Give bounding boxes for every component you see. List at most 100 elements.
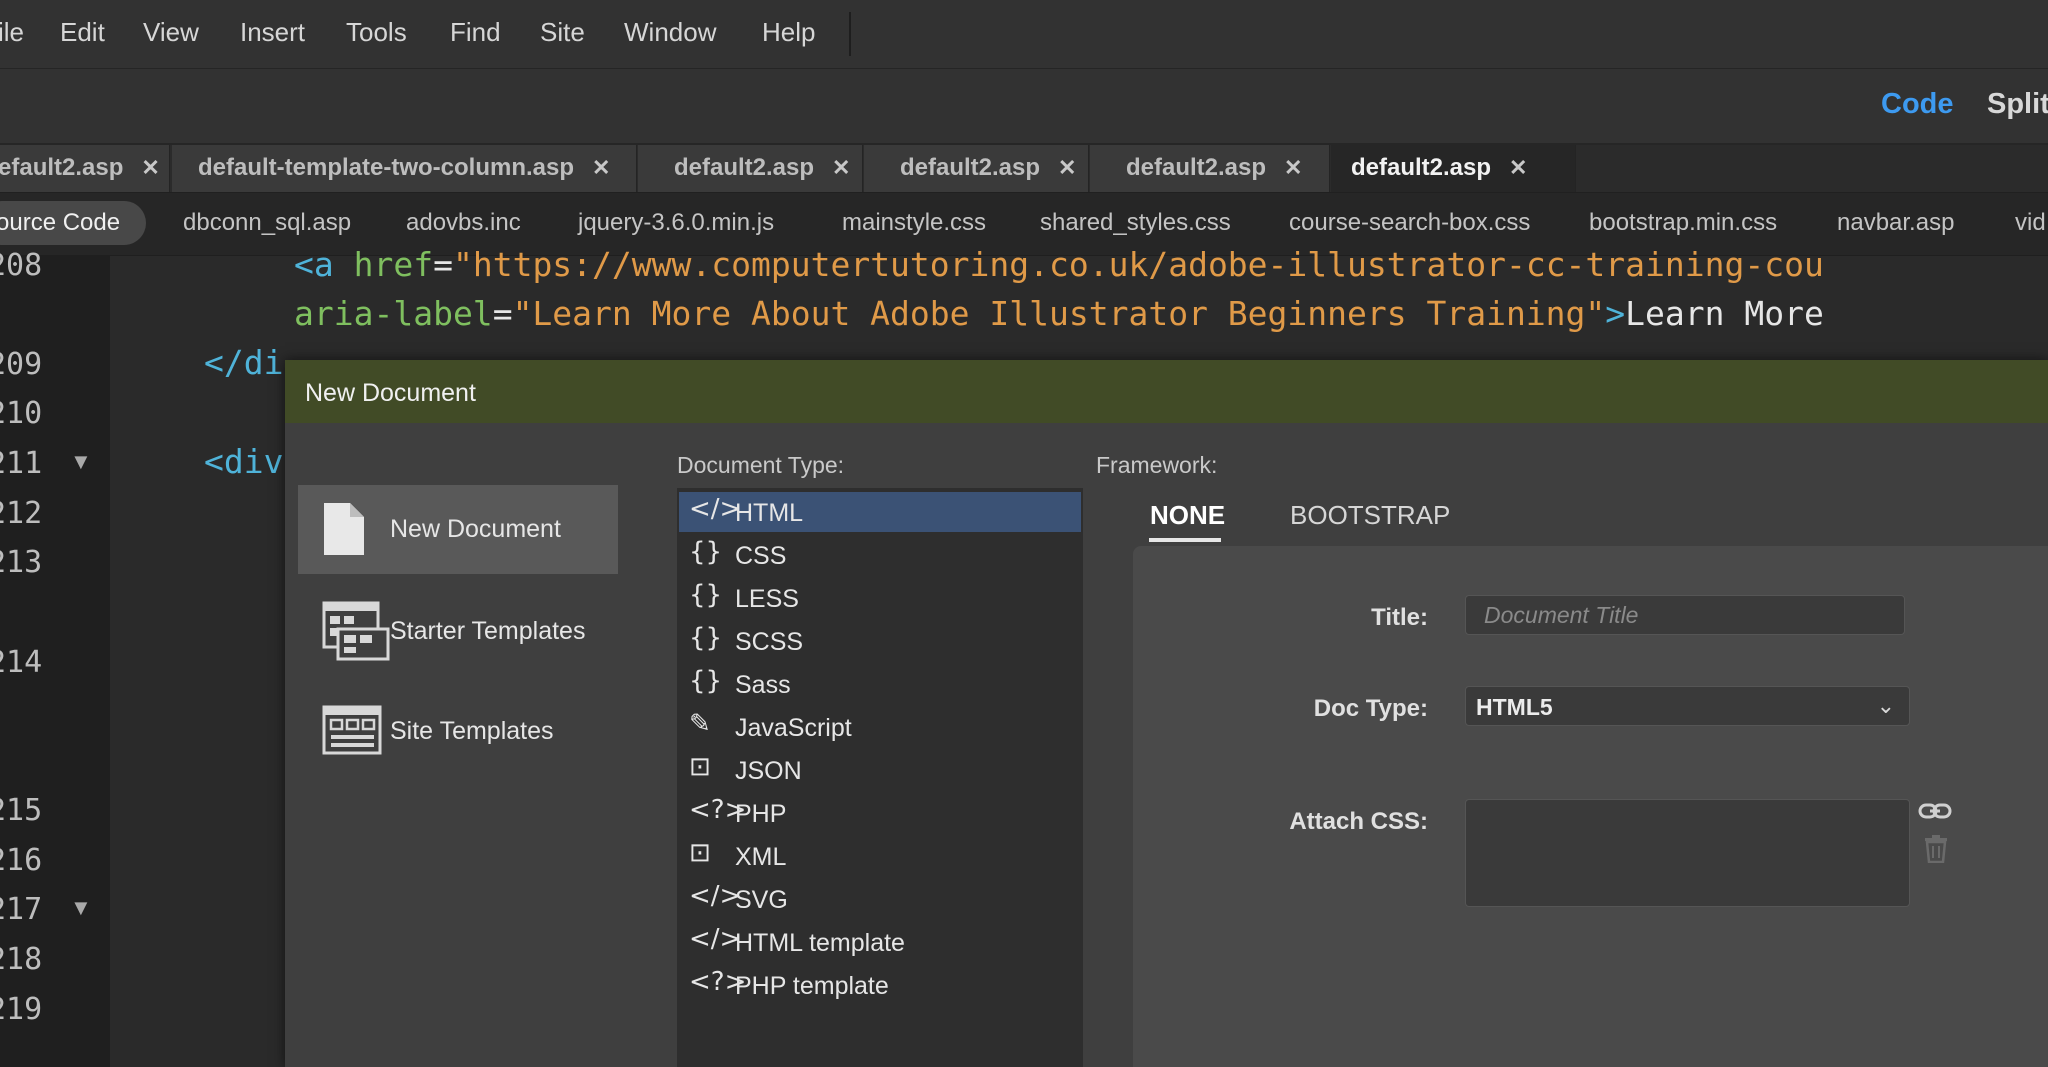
curly-braces-icon: {} [689, 666, 723, 696]
tab-close-icon[interactable]: ✕ [832, 155, 850, 180]
side-item-new-document[interactable]: New Document [298, 485, 618, 574]
related-file[interactable]: dbconn_sql.asp [183, 209, 351, 237]
code-brackets-icon: </> [689, 881, 742, 911]
tab-close-icon[interactable]: ✕ [592, 155, 610, 180]
doc-type-php-template[interactable]: <?> PHP template [679, 965, 1081, 1005]
line-number: 213 [0, 545, 43, 580]
link-icon[interactable] [1918, 797, 1952, 825]
menu-separator [849, 12, 851, 56]
curly-braces-icon: {} [689, 580, 723, 610]
menu-view[interactable]: View [143, 17, 199, 48]
code-line: <div [204, 442, 284, 481]
document-type-list: </> HTML {} CSS {} LESS {} SCSS {} Sass ✎ Java… [677, 488, 1083, 1067]
split-view-button[interactable]: Split [1987, 88, 2048, 121]
document-icon [324, 503, 364, 555]
doc-type-field-label: Doc Type: [1313, 695, 1428, 722]
doc-type-json[interactable]: ⊡ JSON [679, 750, 1081, 790]
code-line: </di [204, 343, 284, 382]
line-number: 211 [0, 446, 43, 481]
tab-close-icon[interactable]: ✕ [1284, 155, 1302, 180]
side-item-site-templates[interactable]: Site Templates [298, 685, 618, 774]
code-line: <a href="https://www.computertutoring.co… [294, 245, 1824, 284]
doc-type-php[interactable]: <?> PHP [679, 793, 1081, 833]
title-label: Title: [1371, 604, 1428, 631]
related-file[interactable]: shared_styles.css [1040, 209, 1231, 237]
menu-help[interactable]: Help [762, 17, 815, 48]
doc-type-html-template[interactable]: </> HTML template [679, 922, 1081, 962]
code-brackets-icon: </> [689, 494, 742, 524]
tab-close-icon[interactable]: ✕ [141, 155, 159, 180]
document-tab[interactable]: default2.asp ✕ [638, 145, 863, 192]
related-file[interactable]: course-search-box.css [1289, 209, 1530, 237]
menu-site[interactable]: Site [540, 17, 585, 48]
menu-edit[interactable]: Edit [60, 17, 105, 48]
line-number: 209 [0, 347, 43, 382]
tab-label: default2.asp [1126, 154, 1267, 181]
line-number: 212 [0, 496, 43, 531]
active-tab-underline [1149, 538, 1221, 542]
tab-label: default2.asp [674, 154, 815, 181]
trash-icon[interactable] [1924, 835, 1948, 863]
document-tab-active[interactable]: default2.asp ✕ [1331, 145, 1576, 192]
fold-arrow-icon[interactable]: ▼ [70, 895, 92, 921]
framework-tab-bootstrap[interactable]: BOOTSTRAP [1290, 500, 1450, 531]
source-code-button[interactable]: ource Code [0, 209, 120, 237]
document-tab[interactable]: efault2.asp ✕ [0, 145, 170, 192]
menu-file[interactable]: ile [0, 17, 24, 48]
boxed-code-icon: ⊡ [689, 752, 711, 782]
menu-tools[interactable]: Tools [346, 17, 407, 48]
related-file[interactable]: bootstrap.min.css [1589, 209, 1777, 237]
doc-type-html[interactable]: </> HTML [679, 492, 1081, 532]
line-number: 218 [0, 942, 43, 977]
title-input[interactable] [1465, 595, 1905, 635]
related-file[interactable]: adovbs.inc [406, 209, 521, 237]
site-templates-icon [322, 705, 382, 755]
tab-label: default2.asp [1351, 154, 1492, 181]
line-number: 210 [0, 396, 43, 431]
dialog-titlebar[interactable]: New Document [285, 360, 2048, 423]
chevron-down-icon: ⌄ [1876, 693, 1895, 718]
doc-type-xml[interactable]: ⊡ XML [679, 836, 1081, 876]
tab-label: efault2.asp [0, 154, 124, 181]
framework-tab-none[interactable]: NONE [1150, 500, 1225, 531]
document-type-label: Document Type: [677, 452, 845, 478]
doc-type-sass[interactable]: {} Sass [679, 664, 1081, 704]
line-number: 214 [0, 645, 43, 680]
code-view-button[interactable]: Code [1881, 88, 1954, 121]
side-item-starter-templates[interactable]: Starter Templates [298, 585, 618, 674]
attach-css-label: Attach CSS: [1289, 808, 1428, 835]
line-number: 219 [0, 992, 43, 1027]
tab-close-icon[interactable]: ✕ [1058, 155, 1076, 180]
document-tab[interactable]: default2.asp ✕ [1090, 145, 1330, 192]
related-file[interactable]: mainstyle.css [842, 209, 986, 237]
related-file[interactable]: vid [2015, 209, 2046, 237]
dialog-title: New Document [305, 379, 476, 407]
related-file[interactable]: navbar.asp [1837, 209, 1954, 237]
code-line: aria-label="Learn More About Adobe Illus… [294, 294, 1824, 333]
line-number: 217 [0, 892, 43, 927]
fold-arrow-icon[interactable]: ▼ [70, 449, 92, 475]
doc-type-select[interactable]: HTML5 ⌄ [1465, 686, 1910, 726]
doc-type-svg[interactable]: </> SVG [679, 879, 1081, 919]
script-icon: ✎ [689, 709, 711, 739]
tab-label: default-template-two-column.asp [198, 154, 575, 181]
menu-window[interactable]: Window [624, 17, 716, 48]
doc-type-css[interactable]: {} CSS [679, 535, 1081, 575]
document-tab[interactable]: default2.asp ✕ [864, 145, 1089, 192]
line-number: 215 [0, 793, 43, 828]
boxed-code-icon: ⊡ [689, 838, 711, 868]
related-file[interactable]: jquery-3.6.0.min.js [578, 209, 774, 237]
menu-bar [0, 0, 2048, 69]
framework-label: Framework: [1096, 452, 1218, 478]
document-tab[interactable]: default-template-two-column.asp ✕ [172, 145, 637, 192]
menu-find[interactable]: Find [450, 17, 501, 48]
starter-templates-icon [322, 601, 390, 661]
tab-close-icon[interactable]: ✕ [1509, 155, 1527, 180]
doc-type-less[interactable]: {} LESS [679, 578, 1081, 618]
menu-insert[interactable]: Insert [240, 17, 305, 48]
doc-type-javascript[interactable]: ✎ JavaScript [679, 707, 1081, 747]
curly-braces-icon: {} [689, 537, 723, 567]
doc-type-scss[interactable]: {} SCSS [679, 621, 1081, 661]
tab-label: default2.asp [900, 154, 1041, 181]
attach-css-list[interactable] [1465, 799, 1910, 907]
